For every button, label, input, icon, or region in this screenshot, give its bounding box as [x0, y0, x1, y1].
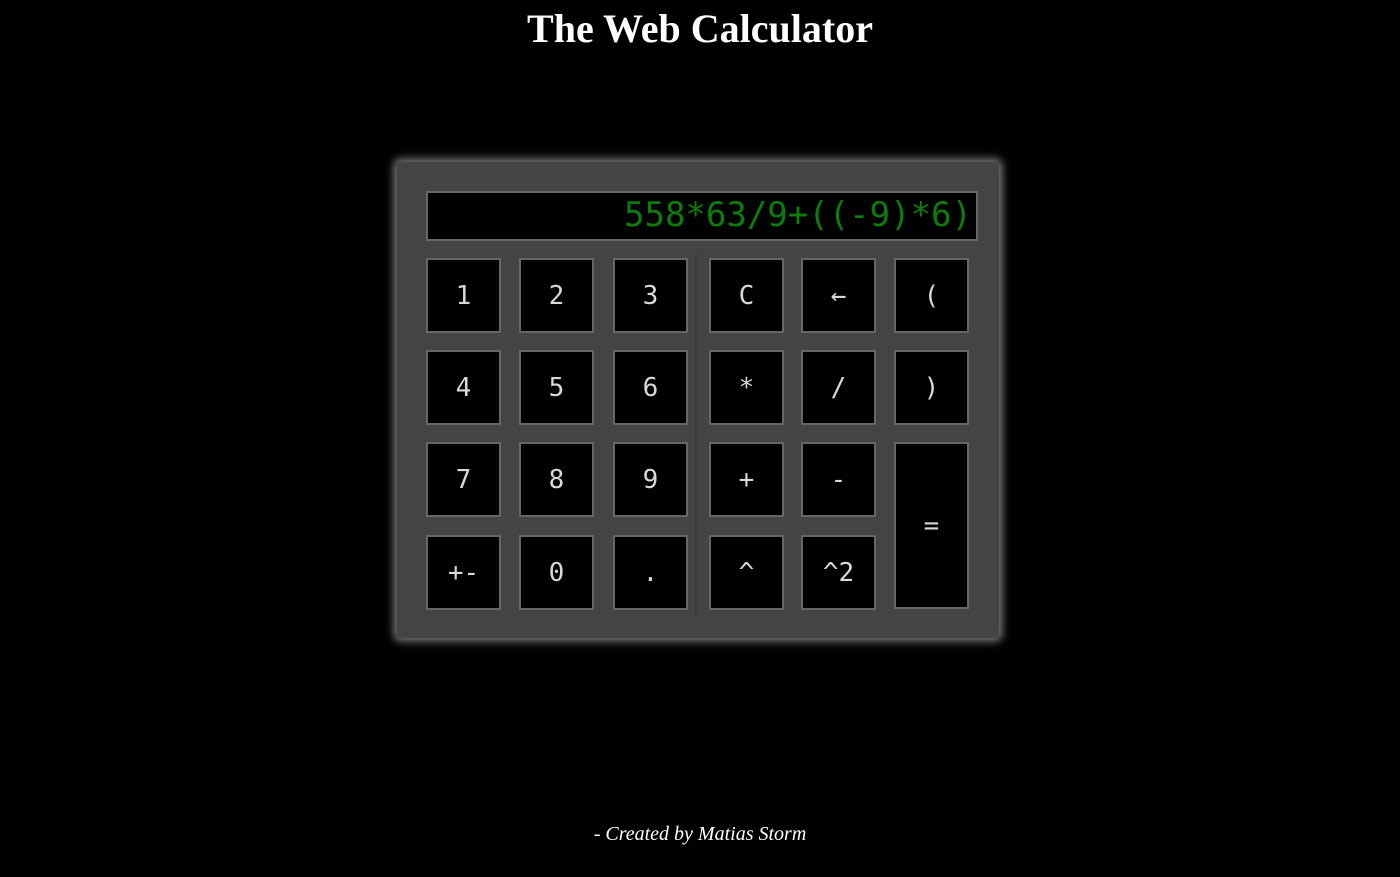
key-0-button[interactable]: 0: [519, 535, 594, 610]
plus-button[interactable]: +: [709, 442, 784, 517]
equals-button[interactable]: =: [894, 442, 969, 609]
minus-button[interactable]: -: [801, 442, 876, 517]
key-1-button[interactable]: 1: [426, 258, 501, 333]
key-7-button[interactable]: 7: [426, 442, 501, 517]
negate-button[interactable]: +-: [426, 535, 501, 610]
key-8-button[interactable]: 8: [519, 442, 594, 517]
page-title: The Web Calculator: [527, 6, 873, 51]
key-3-button[interactable]: 3: [613, 258, 688, 333]
open-paren-button[interactable]: (: [894, 258, 969, 333]
calculator-display: 558*63/9+((-9)*6): [426, 191, 978, 241]
close-paren-button[interactable]: ): [894, 350, 969, 425]
divide-button[interactable]: /: [801, 350, 876, 425]
key-6-button[interactable]: 6: [613, 350, 688, 425]
key-2-button[interactable]: 2: [519, 258, 594, 333]
clear-button[interactable]: C: [709, 258, 784, 333]
backspace-button[interactable]: ←: [801, 258, 876, 333]
decimal-button[interactable]: .: [613, 535, 688, 610]
calculator-panel: 558*63/9+((-9)*6) 1 2 3 C ← ( 4 5 6 * / …: [397, 162, 999, 638]
square-button[interactable]: ^2: [801, 535, 876, 610]
key-5-button[interactable]: 5: [519, 350, 594, 425]
keypad-divider: [695, 254, 698, 616]
power-button[interactable]: ^: [709, 535, 784, 610]
key-4-button[interactable]: 4: [426, 350, 501, 425]
multiply-button[interactable]: *: [709, 350, 784, 425]
key-9-button[interactable]: 9: [613, 442, 688, 517]
credit-text: - Created by Matias Storm: [593, 823, 807, 845]
